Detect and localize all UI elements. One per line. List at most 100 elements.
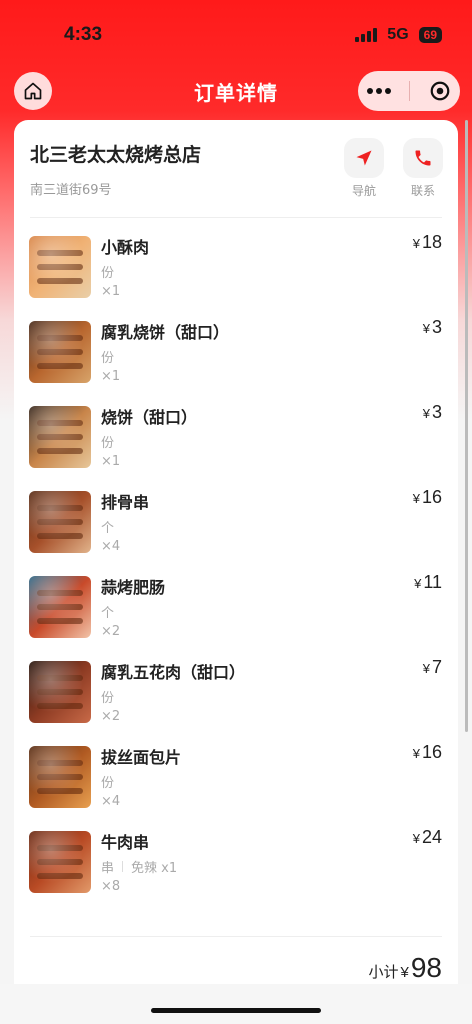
thumbnail-highlight [29,831,91,893]
list-item[interactable]: 蒜烤肥肠个 ×2 ¥11 [14,572,458,657]
network-type: 5G [387,26,409,43]
battery-icon: 69 [418,27,442,43]
subtotal-amount: 98 [410,952,442,983]
store-info: 北三老太太烧烤总店 南三道街69号 [30,140,201,198]
item-spec: 份 [101,347,114,366]
item-spec: 个 [101,602,114,621]
item-thumbnail [29,321,91,383]
item-note: 免辣 x1 [131,861,178,876]
item-name: 小酥肉 [101,238,150,257]
item-price-value: 3 [431,317,442,337]
item-currency: ¥ [412,831,420,846]
item-unit: 份 [101,436,115,451]
item-spec: 份 [101,262,114,281]
item-currency: ¥ [422,661,430,676]
item-price: ¥24 [413,827,442,848]
contact-icon-box[interactable] [403,138,443,178]
item-spec: 个 [101,517,114,536]
subtotal: 小计 ¥ 98 [368,952,442,984]
list-item[interactable]: 牛肉串串 免辣 x1 ×8 ¥24 [14,827,458,912]
item-currency: ¥ [414,576,422,591]
item-name: 烧饼（甜口） [101,408,198,427]
list-item[interactable]: 腐乳烧饼（甜口） 份 ×1 ¥3 [14,317,458,402]
item-name: 排骨串 [101,493,150,512]
thumbnail-highlight [29,746,91,808]
item-currency: ¥ [422,406,430,421]
navigate-button[interactable]: 导航 [344,138,384,199]
item-price: ¥16 [413,742,442,763]
navigate-label: 导航 [351,184,376,198]
page-title: 订单详情 [194,80,278,105]
item-thumbnail [29,491,91,553]
header-divider [30,217,442,218]
list-item[interactable]: 烧饼（甜口） 份 ×1 ¥3 [14,402,458,487]
item-unit: 份 [101,691,115,706]
item-name: 牛肉串 [101,833,150,852]
item-unit: 个 [101,606,115,621]
item-currency: ¥ [412,491,420,506]
list-item[interactable]: 小酥肉份 ×1 ¥18 [14,232,458,317]
item-spec: 份 [101,432,114,451]
thumbnail-highlight [29,236,91,298]
store-address: 南三道街69号 [30,183,112,198]
summary-divider [30,936,442,937]
subtotal-label: 小计 [368,963,399,981]
thumbnail-highlight [29,491,91,553]
home-indicator[interactable] [151,1008,321,1013]
item-name: 腐乳烧饼（甜口） [101,323,230,342]
home-button[interactable] [14,72,52,110]
home-icon [24,82,42,100]
item-thumbnail [29,746,91,808]
bottom-safe-area [0,984,472,1024]
item-price-value: 16 [421,487,442,507]
phone-icon [415,150,431,166]
navigation-arrow-icon [356,150,372,166]
list-item[interactable]: 腐乳五花肉（甜口） 份 ×2 ¥7 [14,657,458,742]
item-quantity: ×1 [101,284,121,299]
item-quantity: ×1 [101,369,121,384]
item-spec: 份 [101,687,114,706]
list-item[interactable]: 拔丝面包片份 ×4 ¥16 [14,742,458,827]
item-price: ¥7 [423,657,442,678]
item-thumbnail [29,236,91,298]
contact-button[interactable]: 联系 [403,138,443,199]
item-thumbnail [29,661,91,723]
order-card: 北三老太太烧烤总店 南三道街69号 导航 联系 小酥肉份 ×1 ¥18 腐乳烧饼（甜口… [14,120,458,1000]
order-items-list: 小酥肉份 ×1 ¥18 腐乳烧饼（甜口） 份 ×1 ¥3 烧饼（甜口） 份 ×1 ¥3 排骨串个 ×4 ¥… [14,232,458,912]
item-quantity: ×4 [101,539,121,554]
signal-icon [355,28,378,42]
item-spec: 串 免辣 x1 [101,857,177,876]
item-quantity: ×1 [101,454,121,469]
capsule-divider [409,81,411,101]
item-quantity: ×2 [101,709,121,724]
item-price: ¥18 [413,232,442,253]
subtotal-currency: ¥ [400,964,409,981]
thumbnail-highlight [29,576,91,638]
status-time: 4:33 [64,24,103,45]
item-price: ¥3 [423,402,442,423]
item-unit: 份 [101,351,115,366]
item-spec: 份 [101,772,114,791]
item-price-value: 18 [421,232,442,252]
more-dots-icon[interactable] [367,88,392,94]
item-name: 腐乳五花肉（甜口） [101,663,246,682]
item-currency: ¥ [412,236,420,251]
item-unit: 个 [101,521,115,536]
thumbnail-highlight [29,406,91,468]
scrollbar[interactable] [465,120,468,732]
item-quantity: ×8 [101,879,121,894]
item-currency: ¥ [412,746,420,761]
item-unit: 份 [101,776,115,791]
close-target-icon[interactable] [429,80,451,102]
item-price-value: 11 [423,572,442,592]
item-quantity: ×4 [101,794,121,809]
thumbnail-highlight [29,661,91,723]
item-thumbnail [29,576,91,638]
item-price: ¥16 [413,487,442,508]
item-currency: ¥ [422,321,430,336]
navigate-icon-box[interactable] [344,138,384,178]
nav-bar: 订单详情 [0,66,472,116]
contact-label: 联系 [410,184,435,198]
mini-program-capsule [358,71,460,111]
list-item[interactable]: 排骨串个 ×4 ¥16 [14,487,458,572]
